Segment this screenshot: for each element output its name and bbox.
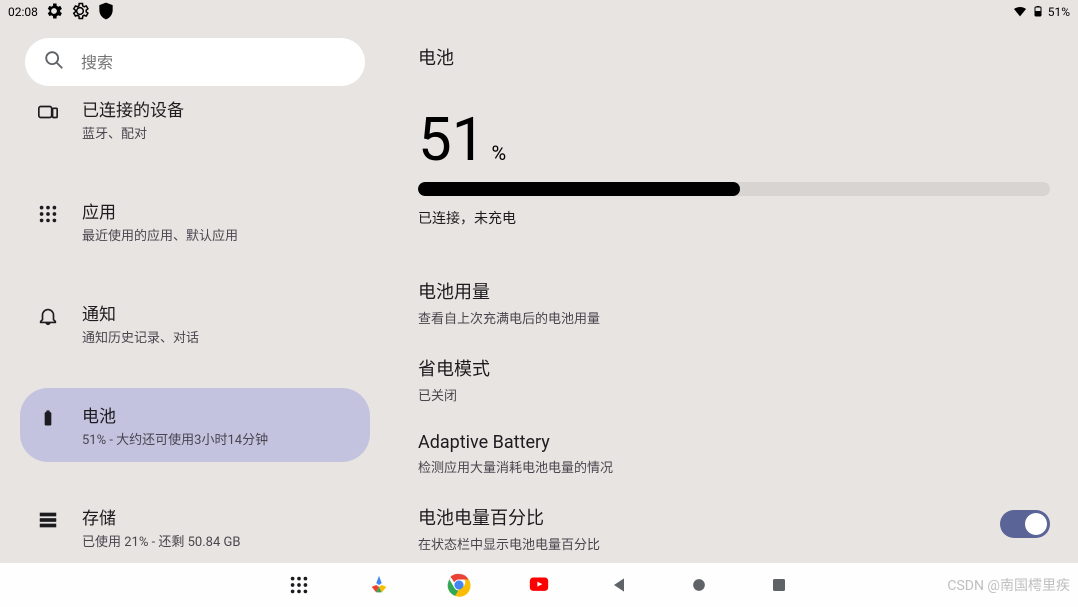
storage-icon <box>36 508 60 532</box>
option-battery-usage[interactable]: 电池用量 查看自上次充满电后的电池用量 <box>418 264 1050 341</box>
option-battery-percentage[interactable]: 电池电量百分比 在状态栏中显示电池电量百分比 <box>418 490 1050 563</box>
sidebar-item-sub: 蓝牙、配对 <box>82 123 354 142</box>
option-battery-saver[interactable]: 省电模式 已关闭 <box>418 341 1050 418</box>
page-title: 电池 <box>418 44 1050 70</box>
sidebar-item-battery[interactable]: 电池 51% - 大约还可使用3小时14分钟 <box>20 388 370 462</box>
sidebar-item-label: 通知 <box>82 300 354 325</box>
battery-percentage-sign: % <box>491 141 506 165</box>
shield-icon <box>96 1 116 24</box>
status-time: 02:08 <box>8 5 38 19</box>
sidebar-item-sub: 通知历史记录、对话 <box>82 327 354 346</box>
battery-status-text: 51% <box>1048 5 1070 19</box>
sidebar-item-storage[interactable]: 存储 已使用 21% - 还剩 50.84 GB <box>20 490 370 563</box>
sidebar-item-apps[interactable]: 应用 最近使用的应用、默认应用 <box>20 184 370 258</box>
charge-status-text: 已连接，未充电 <box>418 208 1050 228</box>
status-bar: 02:08 51% <box>0 0 1078 24</box>
sidebar-item-label: 电池 <box>82 402 354 427</box>
battery-icon <box>36 406 60 430</box>
youtube-icon[interactable] <box>527 573 551 597</box>
sidebar-item-label: 已连接的设备 <box>82 96 354 121</box>
option-title: 电池电量百分比 <box>418 504 1000 530</box>
devices-icon <box>36 100 60 124</box>
option-title: Adaptive Battery <box>418 432 1050 453</box>
option-sub: 已关闭 <box>418 385 1050 404</box>
option-sub: 检测应用大量消耗电池电量的情况 <box>418 457 1050 476</box>
sidebar-item-sub: 已使用 21% - 还剩 50.84 GB <box>82 531 354 550</box>
option-title: 省电模式 <box>418 355 1050 381</box>
battery-progress-fill <box>418 182 740 196</box>
sidebar-item-label: 应用 <box>82 198 354 223</box>
nav-back-icon[interactable] <box>607 573 631 597</box>
battery-status-icon <box>1032 3 1044 22</box>
detail-panel: 电池 51 % 已连接，未充电 电池用量 查看自上次充满电后的电池用量 省电模式… <box>390 24 1078 563</box>
search-icon <box>43 49 65 75</box>
battery-percentage-switch[interactable] <box>1000 510 1050 538</box>
battery-progress-bar <box>418 182 1050 196</box>
search-input[interactable] <box>81 53 347 72</box>
nav-home-icon[interactable] <box>687 573 711 597</box>
battery-percentage-value: 51 <box>418 110 485 170</box>
apps-drawer-icon[interactable] <box>287 573 311 597</box>
wifi-icon <box>1012 3 1028 22</box>
gear-icon <box>44 1 64 24</box>
sidebar: 已连接的设备 蓝牙、配对 应用 最近使用的应用、默认应用 通知 通知历史记录、对… <box>0 24 390 563</box>
sidebar-item-sub: 最近使用的应用、默认应用 <box>82 225 354 244</box>
option-adaptive-battery[interactable]: Adaptive Battery 检测应用大量消耗电池电量的情况 <box>418 418 1050 490</box>
google-play-icon[interactable] <box>367 573 391 597</box>
chrome-icon[interactable] <box>447 573 471 597</box>
search-field[interactable] <box>25 38 365 86</box>
gear-outline-icon <box>70 1 90 24</box>
sidebar-item-sub: 51% - 大约还可使用3小时14分钟 <box>82 429 354 448</box>
sidebar-item-connected-devices[interactable]: 已连接的设备 蓝牙、配对 <box>20 94 370 156</box>
sidebar-item-label: 存储 <box>82 504 354 529</box>
sidebar-item-notifications[interactable]: 通知 通知历史记录、对话 <box>20 286 370 360</box>
option-sub: 查看自上次充满电后的电池用量 <box>418 308 1050 327</box>
navigation-bar <box>0 563 1078 607</box>
apps-icon <box>36 202 60 226</box>
nav-recent-icon[interactable] <box>767 573 791 597</box>
option-sub: 在状态栏中显示电池电量百分比 <box>418 534 1000 553</box>
bell-icon <box>36 304 60 328</box>
option-title: 电池用量 <box>418 278 1050 304</box>
